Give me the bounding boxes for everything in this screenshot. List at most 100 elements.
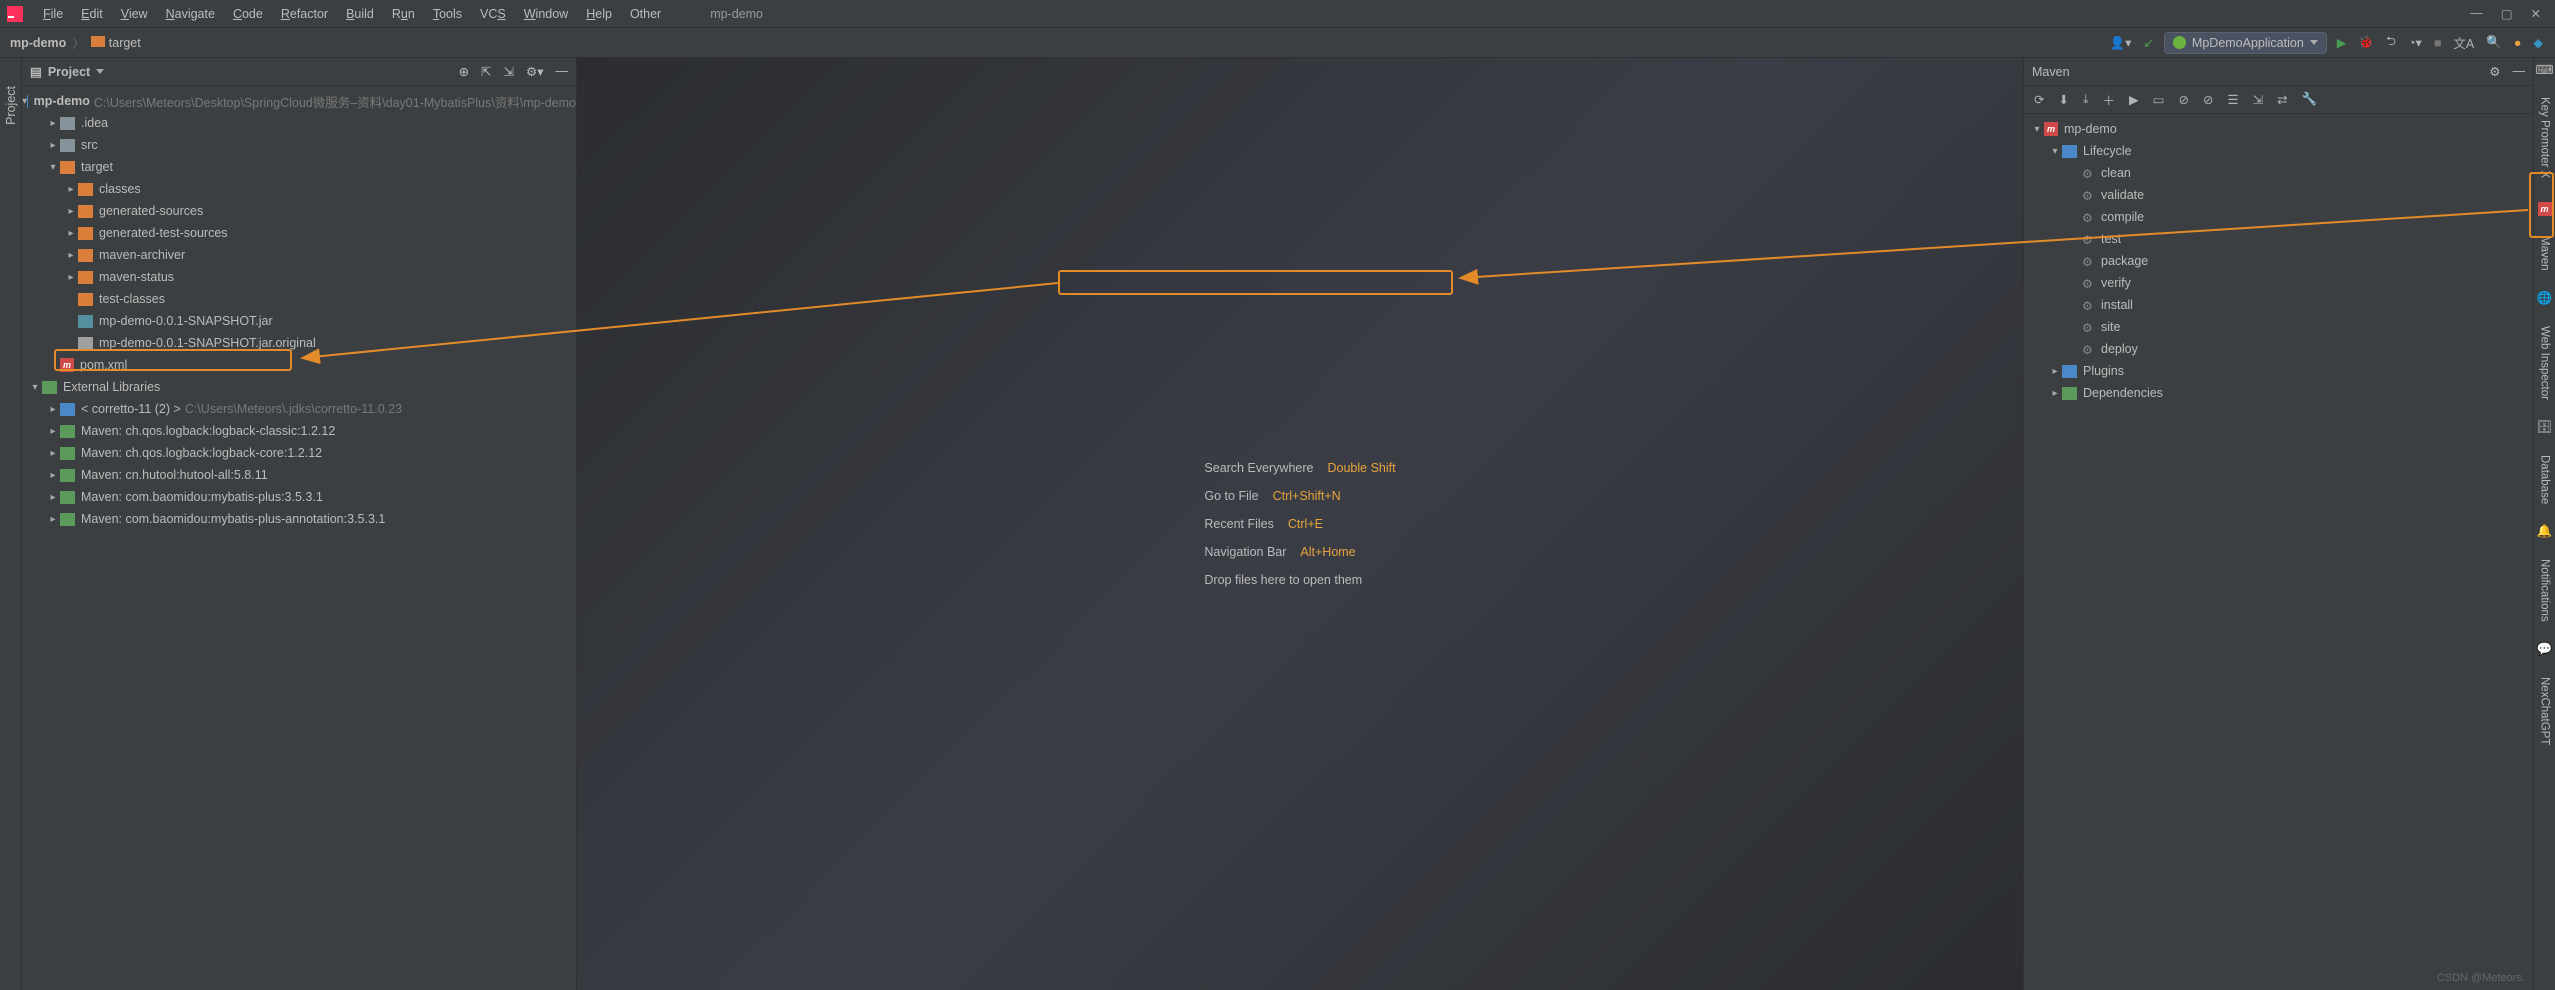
gear-icon <box>2082 277 2095 290</box>
maven-root[interactable]: mmp-demo <box>2024 118 2533 140</box>
project-tool-tab[interactable]: Project <box>2 78 20 133</box>
tree-maven-archiver[interactable]: maven-archiver <box>22 244 576 266</box>
maven-goal-deploy[interactable]: deploy <box>2024 338 2533 360</box>
tree-lib[interactable]: Maven: ch.qos.logback:logback-classic:1.… <box>22 420 576 442</box>
tree-jar-original[interactable]: mp-demo-0.0.1-SNAPSHOT.jar.original <box>22 332 576 354</box>
maven-goal-clean[interactable]: clean <box>2024 162 2533 184</box>
maven-tab-icon[interactable]: m <box>2538 202 2552 216</box>
menu-navigate[interactable]: Navigate <box>157 4 224 24</box>
tree-pom-xml[interactable]: mpom.xml <box>22 354 576 376</box>
shortcut: Ctrl+E <box>1288 517 1323 531</box>
tree-jar-file[interactable]: mp-demo-0.0.1-SNAPSHOT.jar <box>22 310 576 332</box>
menu-edit[interactable]: Edit <box>72 4 112 24</box>
maven-lifecycle[interactable]: Lifecycle <box>2024 140 2533 162</box>
tree-lib[interactable]: Maven: cn.hutool:hutool-all:5.8.11 <box>22 464 576 486</box>
menu-build[interactable]: Build <box>337 4 383 24</box>
maven-settings-icon[interactable]: ⚙ <box>2489 64 2500 79</box>
vcs-user-icon[interactable]: 👤▾ <box>2108 33 2134 53</box>
hide-panel-icon[interactable]: — <box>2513 64 2526 79</box>
add-project-icon[interactable]: ＋ <box>2103 90 2116 109</box>
toggle-offline-icon[interactable]: ⊘ <box>2178 92 2188 107</box>
stop-button[interactable]: ■ <box>2432 34 2444 52</box>
breadcrumb-target[interactable]: target <box>91 36 141 50</box>
database-icon[interactable]: 🗄 <box>2537 420 2553 435</box>
plugin-icon[interactable]: ◆ <box>2531 33 2545 52</box>
menu-help[interactable]: Help <box>577 4 621 24</box>
maven-goal-validate[interactable]: validate <box>2024 184 2533 206</box>
tree-test-classes[interactable]: test-classes <box>22 288 576 310</box>
run-button[interactable]: ▶ <box>2335 33 2349 52</box>
menu-code[interactable]: Code <box>224 4 272 24</box>
breadcrumb-root[interactable]: mp-demo <box>10 36 66 50</box>
ide-update-icon[interactable]: ● <box>2512 34 2524 52</box>
menu-file[interactable]: File <box>34 4 72 24</box>
tab-maven[interactable]: Maven <box>2537 230 2553 277</box>
tree-idea-folder[interactable]: .idea <box>22 112 576 134</box>
maven-goal-install[interactable]: install <box>2024 294 2533 316</box>
notifications-icon[interactable]: 🔔 <box>2537 524 2553 539</box>
coverage-button[interactable]: ⮌ <box>2384 30 2398 55</box>
tree-root[interactable]: mp-demoC:\Users\Meteors\Desktop\SpringCl… <box>22 90 576 112</box>
run-configuration-selector[interactable]: MpDemoApplication <box>2164 32 2327 54</box>
translate-icon[interactable]: 文A <box>2451 31 2476 54</box>
show-deps-icon[interactable]: ☰ <box>2227 92 2238 107</box>
maven-panel-title: Maven <box>2032 65 2070 79</box>
tab-database[interactable]: Database <box>2537 449 2553 510</box>
menu-tools[interactable]: Tools <box>424 4 471 24</box>
tree-generated-sources[interactable]: generated-sources <box>22 200 576 222</box>
menu-vcs[interactable]: VCS <box>471 4 515 24</box>
tree-maven-status[interactable]: maven-status <box>22 266 576 288</box>
tree-jdk[interactable]: < corretto-11 (2) >C:\Users\Meteors\.jdk… <box>22 398 576 420</box>
profile-button[interactable]: ◔▾ <box>2406 33 2424 52</box>
collapse-all-icon[interactable]: ⇲ <box>504 64 514 79</box>
web-inspector-icon[interactable]: 🌐 <box>2537 291 2553 306</box>
close-icon[interactable]: ✕ <box>2531 6 2541 21</box>
tab-notifications[interactable]: Notifications <box>2537 553 2553 628</box>
maven-goal-verify[interactable]: verify <box>2024 272 2533 294</box>
skip-tests-icon[interactable]: ⊘ <box>2203 92 2213 107</box>
menu-refactor[interactable]: Refactor <box>272 4 337 24</box>
chatgpt-icon[interactable]: 💬 <box>2537 642 2553 657</box>
wrench-icon[interactable]: 🔧 <box>2302 92 2318 107</box>
key-promoter-icon[interactable]: ⌨ <box>2535 62 2553 77</box>
tab-key-promoter[interactable]: Key Promoter X <box>2537 91 2553 184</box>
tree-lib[interactable]: Maven: ch.qos.logback:logback-core:1.2.1… <box>22 442 576 464</box>
maximize-icon[interactable]: ▢ <box>2501 6 2513 21</box>
maven-goal-compile[interactable]: compile <box>2024 206 2533 228</box>
vcs-update-icon[interactable]: ↙ <box>2141 33 2155 52</box>
menubar-project-name: mp-demo <box>710 7 763 21</box>
tree-generated-test-sources[interactable]: generated-test-sources <box>22 222 576 244</box>
menu-other[interactable]: Other <box>621 4 670 24</box>
analyze-icon[interactable]: ⇄ <box>2277 92 2287 107</box>
run-maven-icon[interactable]: ▶ <box>2129 92 2139 107</box>
tree-external-libraries[interactable]: External Libraries <box>22 376 576 398</box>
menu-view[interactable]: View <box>112 4 157 24</box>
reload-icon[interactable]: ⟳ <box>2034 92 2044 107</box>
tree-classes-folder[interactable]: classes <box>22 178 576 200</box>
maven-goal-site[interactable]: site <box>2024 316 2533 338</box>
chevron-down-icon[interactable] <box>96 69 104 74</box>
debug-button[interactable]: 🐞 <box>2356 33 2376 52</box>
hide-panel-icon[interactable]: — <box>556 64 569 79</box>
tree-target-folder[interactable]: target <box>22 156 576 178</box>
generate-sources-icon[interactable]: ⬇ <box>2058 92 2068 107</box>
menu-run[interactable]: Run <box>383 4 424 24</box>
maven-plugins[interactable]: Plugins <box>2024 360 2533 382</box>
menu-window[interactable]: Window <box>515 4 577 24</box>
select-opened-file-icon[interactable]: ⊕ <box>459 64 469 79</box>
tree-lib[interactable]: Maven: com.baomidou:mybatis-plus-annotat… <box>22 508 576 530</box>
download-sources-icon[interactable]: ⤓ <box>2083 92 2089 107</box>
minimize-icon[interactable]: — <box>2470 6 2483 21</box>
tree-src-folder[interactable]: src <box>22 134 576 156</box>
maven-dependencies[interactable]: Dependencies <box>2024 382 2533 404</box>
tab-web-inspector[interactable]: Web Inspector <box>2537 320 2553 406</box>
maven-goal-test[interactable]: test <box>2024 228 2533 250</box>
tab-chatgpt[interactable]: NexChatGPT <box>2537 671 2553 751</box>
execute-goal-icon[interactable]: ▭ <box>2153 92 2165 107</box>
maven-goal-package[interactable]: package <box>2024 250 2533 272</box>
settings-icon[interactable]: ⚙▾ <box>526 64 543 79</box>
tree-lib[interactable]: Maven: com.baomidou:mybatis-plus:3.5.3.1 <box>22 486 576 508</box>
expand-all-icon[interactable]: ⇱ <box>481 64 491 79</box>
collapse-icon[interactable]: ⇲ <box>2253 92 2263 107</box>
search-icon[interactable]: 🔍 <box>2484 33 2504 52</box>
